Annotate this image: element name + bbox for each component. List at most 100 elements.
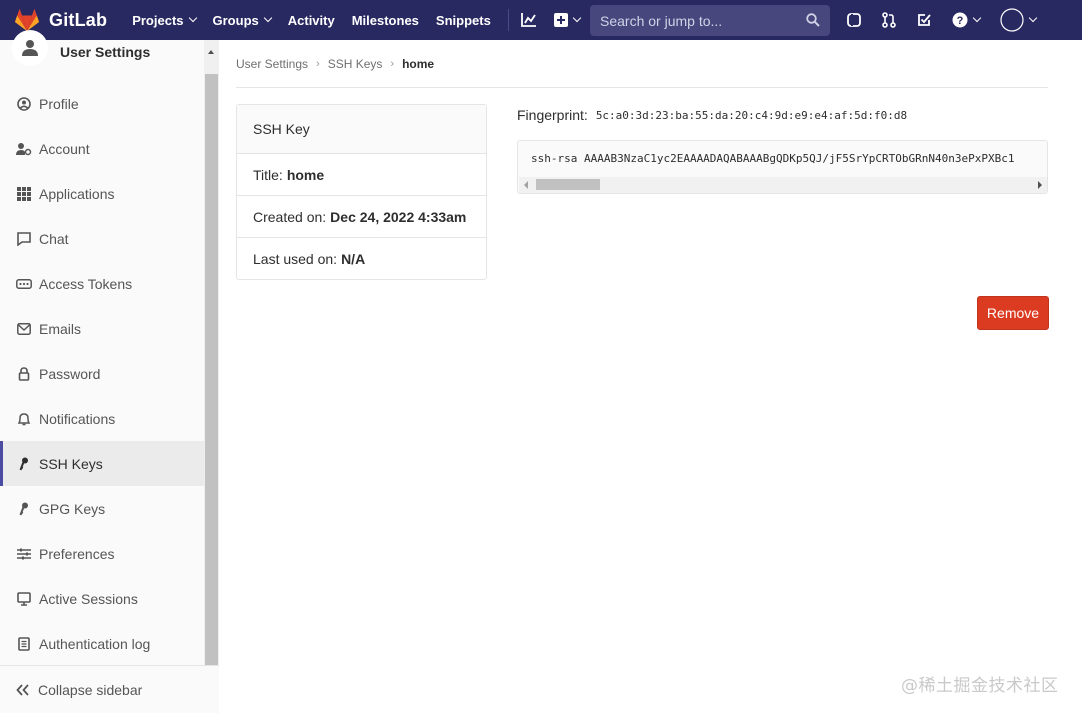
breadcrumb-current[interactable]: home bbox=[402, 57, 434, 71]
plus-square-icon bbox=[553, 13, 568, 27]
sidebar-item-label: Notifications bbox=[39, 410, 116, 427]
fingerprint-value: 5c:a0:3d:23:ba:55:da:20:c4:9d:e9:e4:af:5… bbox=[595, 108, 908, 122]
sidebar-nav: Profile Account Applications Chat Access… bbox=[0, 81, 204, 666]
key-last-used-value: N/A bbox=[341, 251, 366, 267]
sidebar-item-label: SSH Keys bbox=[39, 455, 103, 472]
sidebar-item-gpg-keys[interactable]: GPG Keys bbox=[0, 486, 204, 531]
bell-icon bbox=[16, 411, 32, 427]
key-title-row: Title: home bbox=[237, 154, 486, 196]
horizontal-scrollbar[interactable] bbox=[519, 177, 1047, 193]
scroll-left-arrow-icon[interactable] bbox=[524, 181, 528, 189]
sidebar-item-access-tokens[interactable]: Access Tokens bbox=[0, 261, 204, 306]
breadcrumb-ssh-keys[interactable]: SSH Keys bbox=[328, 57, 383, 71]
collapse-sidebar-label: Collapse sidebar bbox=[38, 681, 143, 698]
email-icon bbox=[16, 321, 32, 337]
watermark: @稀土掘金技术社区 bbox=[901, 676, 1059, 696]
todos-button[interactable] bbox=[916, 0, 932, 40]
chevron-down-icon bbox=[263, 13, 272, 23]
sidebar-item-label: Account bbox=[39, 140, 90, 157]
scrollbar-thumb[interactable] bbox=[536, 179, 600, 190]
scroll-up-arrow-icon[interactable] bbox=[208, 50, 214, 54]
navbar-right-icons: ? bbox=[846, 0, 1056, 40]
sidebar-item-authentication-log[interactable]: Authentication log bbox=[0, 621, 204, 666]
help-icon: ? bbox=[952, 12, 968, 28]
sidebar-item-label: Access Tokens bbox=[39, 275, 133, 292]
scroll-right-arrow-icon[interactable] bbox=[1038, 181, 1042, 189]
fingerprint: Fingerprint: 5c:a0:3d:23:ba:55:da:20:c4:… bbox=[517, 107, 907, 123]
issues-icon bbox=[847, 13, 861, 27]
sidebar-item-active-sessions[interactable]: Active Sessions bbox=[0, 576, 204, 621]
breadcrumb: User Settings › SSH Keys › home bbox=[236, 57, 434, 71]
top-navbar: GitLab Projects Groups Activity Mileston… bbox=[0, 0, 1082, 40]
public-key-text[interactable]: ssh-rsa AAAAB3NzaC1yc2EAAAADAQABAAABgQDK… bbox=[531, 152, 1014, 165]
search-box[interactable] bbox=[590, 5, 830, 36]
collapse-sidebar-button[interactable]: Collapse sidebar bbox=[0, 665, 219, 713]
public-key-box[interactable]: ssh-rsa AAAAB3NzaC1yc2EAAAADAQABAAABgQDK… bbox=[517, 140, 1048, 194]
sidebar-item-label: Emails bbox=[39, 320, 82, 337]
search-icon bbox=[806, 13, 820, 27]
user-menu-button[interactable] bbox=[1000, 0, 1038, 40]
key-created-label: Created on: bbox=[253, 208, 327, 225]
brand-name: GitLab bbox=[49, 9, 108, 30]
chevron-down-icon bbox=[188, 13, 197, 23]
account-icon bbox=[16, 141, 32, 157]
merge-requests-button[interactable] bbox=[882, 0, 896, 40]
key-created-row: Created on: Dec 24, 2022 4:33am bbox=[237, 196, 486, 238]
admin-chart-button[interactable] bbox=[520, 0, 537, 40]
new-item-button[interactable] bbox=[553, 0, 582, 40]
sidebar-item-label: Chat bbox=[39, 230, 69, 247]
nav-milestones[interactable]: Milestones bbox=[352, 13, 419, 28]
sidebar-item-preferences[interactable]: Preferences bbox=[0, 531, 204, 576]
sidebar-item-label: Authentication log bbox=[39, 635, 151, 652]
sidebar-item-label: Preferences bbox=[39, 545, 115, 562]
chevron-right-icon: › bbox=[390, 58, 395, 70]
sidebar-item-label: Profile bbox=[39, 95, 79, 112]
sidebar-item-ssh-keys[interactable]: SSH Keys bbox=[0, 441, 204, 486]
nav-activity[interactable]: Activity bbox=[288, 13, 335, 28]
help-menu-button[interactable]: ? bbox=[952, 0, 982, 40]
sidebar-item-password[interactable]: Password bbox=[0, 351, 204, 396]
sidebar-scrollbar[interactable] bbox=[204, 40, 219, 665]
nav-projects[interactable]: Projects bbox=[132, 13, 197, 28]
chevron-right-icon: › bbox=[316, 58, 320, 70]
sliders-icon bbox=[16, 546, 32, 562]
nav-snippets[interactable]: Snippets bbox=[436, 13, 491, 28]
sidebar-item-notifications[interactable]: Notifications bbox=[0, 396, 204, 441]
key-created-value: Dec 24, 2022 4:33am bbox=[330, 208, 467, 225]
chat-icon bbox=[16, 231, 32, 247]
breadcrumb-divider bbox=[236, 87, 1048, 88]
sidebar-item-applications[interactable]: Applications bbox=[0, 171, 204, 216]
sidebar-item-label: Password bbox=[39, 365, 101, 382]
remove-button[interactable]: Remove bbox=[977, 296, 1049, 330]
fingerprint-label: Fingerprint: bbox=[517, 107, 588, 123]
sidebar-item-label: Active Sessions bbox=[39, 590, 138, 607]
key-last-used-row: Last used on: N/A bbox=[237, 238, 486, 280]
applications-icon bbox=[16, 186, 32, 202]
sidebar-item-account[interactable]: Account bbox=[0, 126, 204, 171]
sidebar-item-label: GPG Keys bbox=[39, 500, 106, 517]
sidebar-item-profile[interactable]: Profile bbox=[0, 81, 204, 126]
key-icon bbox=[16, 456, 32, 472]
key-last-used-label: Last used on: bbox=[253, 251, 338, 267]
nav-links: Projects Groups Activity Milestones Snip… bbox=[132, 0, 582, 40]
issues-button[interactable] bbox=[846, 0, 862, 40]
key-title-label: Title: bbox=[253, 166, 283, 183]
sidebar-item-emails[interactable]: Emails bbox=[0, 306, 204, 351]
sidebar-title: User Settings bbox=[60, 44, 151, 60]
gitlab-logo-icon bbox=[15, 8, 39, 31]
search-input[interactable] bbox=[600, 12, 800, 29]
sidebar-header: User Settings bbox=[0, 30, 204, 74]
nav-groups[interactable]: Groups bbox=[212, 12, 272, 28]
key-title-value: home bbox=[286, 166, 325, 183]
avatar bbox=[12, 30, 48, 66]
chevron-down-icon bbox=[972, 13, 982, 23]
sidebar-item-label: Applications bbox=[39, 185, 115, 202]
sidebar-item-chat[interactable]: Chat bbox=[0, 216, 204, 261]
scrollbar-thumb[interactable] bbox=[205, 74, 218, 665]
chart-icon bbox=[520, 13, 536, 27]
nav-groups-label: Groups bbox=[212, 12, 259, 28]
card-header: SSH Key bbox=[237, 105, 486, 154]
breadcrumb-user-settings[interactable]: User Settings bbox=[236, 57, 308, 71]
merge-request-icon bbox=[882, 12, 896, 28]
monitor-icon bbox=[16, 591, 32, 607]
